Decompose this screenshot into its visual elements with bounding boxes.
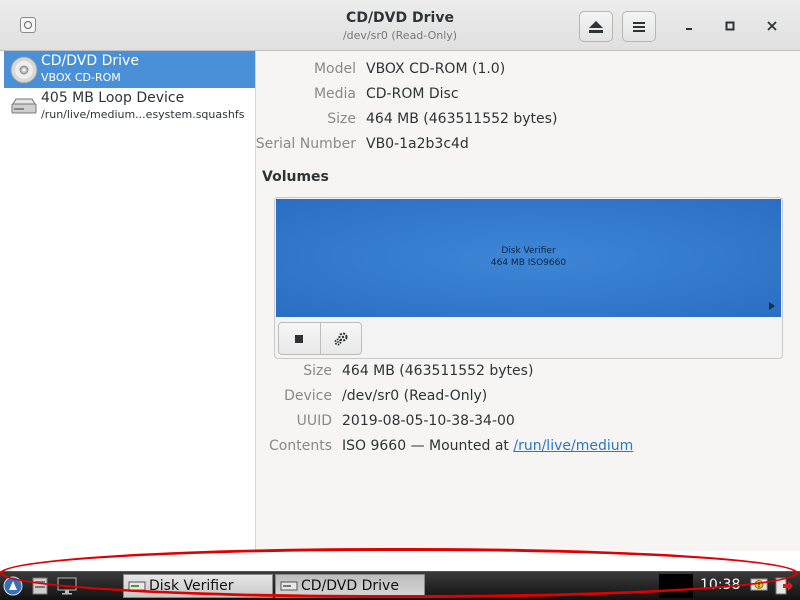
eject-icon (589, 20, 603, 33)
partition-size: 464 MB ISO9660 (490, 258, 567, 268)
additional-options-button[interactable] (319, 323, 362, 354)
device-value: /dev/sr0 (Read-Only) (342, 388, 488, 404)
contents-text: ISO 9660 — Mounted at (342, 438, 514, 454)
volume-toolbar (278, 322, 362, 355)
sidebar-item-subtitle: /run/live/medium...esystem.squashfs (41, 108, 245, 121)
play-arrow-icon (769, 302, 775, 310)
window-subtitle: /dev/sr0 (Read-Only) (342, 29, 458, 42)
close-icon (767, 21, 777, 31)
device-label: Device (284, 388, 332, 404)
eject-button[interactable] (579, 11, 613, 42)
partition-block[interactable]: Disk Verifier 464 MB ISO9660 (276, 199, 781, 317)
partition-name: Disk Verifier (501, 246, 556, 256)
hard-disk-icon (11, 98, 37, 114)
minimize-icon (686, 28, 692, 30)
sidebar-item-cd-dvd-drive[interactable]: CD/DVD Drive VBOX CD-ROM (4, 51, 255, 88)
start-menu-button[interactable] (2, 574, 24, 598)
volume-size-row: Size (256, 363, 332, 381)
optical-disc-icon (10, 56, 38, 84)
media-value: CD-ROM Disc (366, 86, 459, 102)
minimize-button[interactable] (680, 17, 698, 35)
taskbar-task-label: Disk Verifier (149, 578, 234, 594)
serial-row: Serial Number (256, 136, 356, 154)
cd-dvd-task-icon (280, 581, 298, 591)
file-manager-icon (32, 577, 48, 595)
maximize-button[interactable] (721, 17, 739, 35)
notification-button[interactable] (748, 574, 770, 598)
drive-sidebar: CD/DVD Drive VBOX CD-ROM 405 MB Loop Dev… (4, 51, 256, 551)
sidebar-item-name: 405 MB Loop Device (41, 90, 185, 106)
app-icon (20, 17, 36, 33)
model-label: Model (313, 61, 356, 77)
start-menu-icon (3, 576, 23, 596)
sidebar-item-subtitle: VBOX CD-ROM (41, 71, 121, 84)
disk-verifier-task-icon (128, 581, 146, 591)
window-title: CD/DVD Drive (346, 10, 454, 26)
serial-value: VB0-1a2b3c4d (366, 136, 469, 152)
systray-area (659, 574, 693, 598)
uuid-row: UUID (256, 413, 332, 431)
media-label: Media (313, 86, 356, 102)
gears-icon (334, 332, 348, 345)
notification-icon (750, 578, 768, 591)
maximize-icon (725, 21, 735, 31)
logout-button[interactable] (772, 574, 796, 598)
drive-size-row: Size (256, 111, 356, 129)
hamburger-menu-icon (633, 21, 645, 32)
serial-label: Serial Number (255, 136, 356, 152)
stop-icon (295, 334, 304, 343)
show-desktop-button[interactable] (55, 574, 79, 598)
drive-size-value: 464 MB (463511552 bytes) (366, 111, 558, 127)
sidebar-item-name: CD/DVD Drive (41, 53, 139, 69)
model-row: Model (256, 61, 356, 79)
contents-row: Contents (256, 438, 332, 456)
monitor-icon (57, 577, 77, 595)
contents-value: ISO 9660 — Mounted at /run/live/medium (342, 438, 633, 454)
device-row: Device (256, 388, 332, 406)
contents-label: Contents (269, 438, 332, 454)
uuid-value: 2019-08-05-10-38-34-00 (342, 413, 515, 429)
drive-details-panel: Model VBOX CD-ROM (1.0) Media CD-ROM Dis… (256, 51, 800, 551)
close-button[interactable] (763, 17, 781, 35)
size-label: Size (327, 111, 356, 127)
logout-icon (775, 577, 793, 595)
volume-size-value: 464 MB (463511552 bytes) (342, 363, 534, 379)
media-row: Media (256, 86, 356, 104)
menu-button[interactable] (622, 11, 656, 42)
taskbar-task-disk-verifier[interactable]: Disk Verifier (123, 574, 273, 598)
unmount-button[interactable] (279, 323, 320, 354)
taskbar-task-label: CD/DVD Drive (301, 578, 399, 594)
taskbar: Disk Verifier CD/DVD Drive 10:38 (0, 571, 800, 600)
header-bar: CD/DVD Drive /dev/sr0 (Read-Only) (0, 0, 800, 51)
mount-point-link[interactable]: /run/live/medium (513, 438, 633, 454)
volume-size-label: Size (303, 363, 332, 379)
taskbar-task-cd-dvd-drive[interactable]: CD/DVD Drive (275, 574, 425, 598)
file-manager-launcher[interactable] (30, 574, 50, 598)
uuid-label: UUID (296, 413, 332, 429)
clock: 10:38 (700, 577, 741, 593)
model-value: VBOX CD-ROM (1.0) (366, 61, 506, 77)
sidebar-item-loop-device[interactable]: 405 MB Loop Device /run/live/medium...es… (4, 88, 255, 125)
volumes-heading: Volumes (262, 169, 329, 185)
volumes-graph: Disk Verifier 464 MB ISO9660 (274, 197, 783, 359)
